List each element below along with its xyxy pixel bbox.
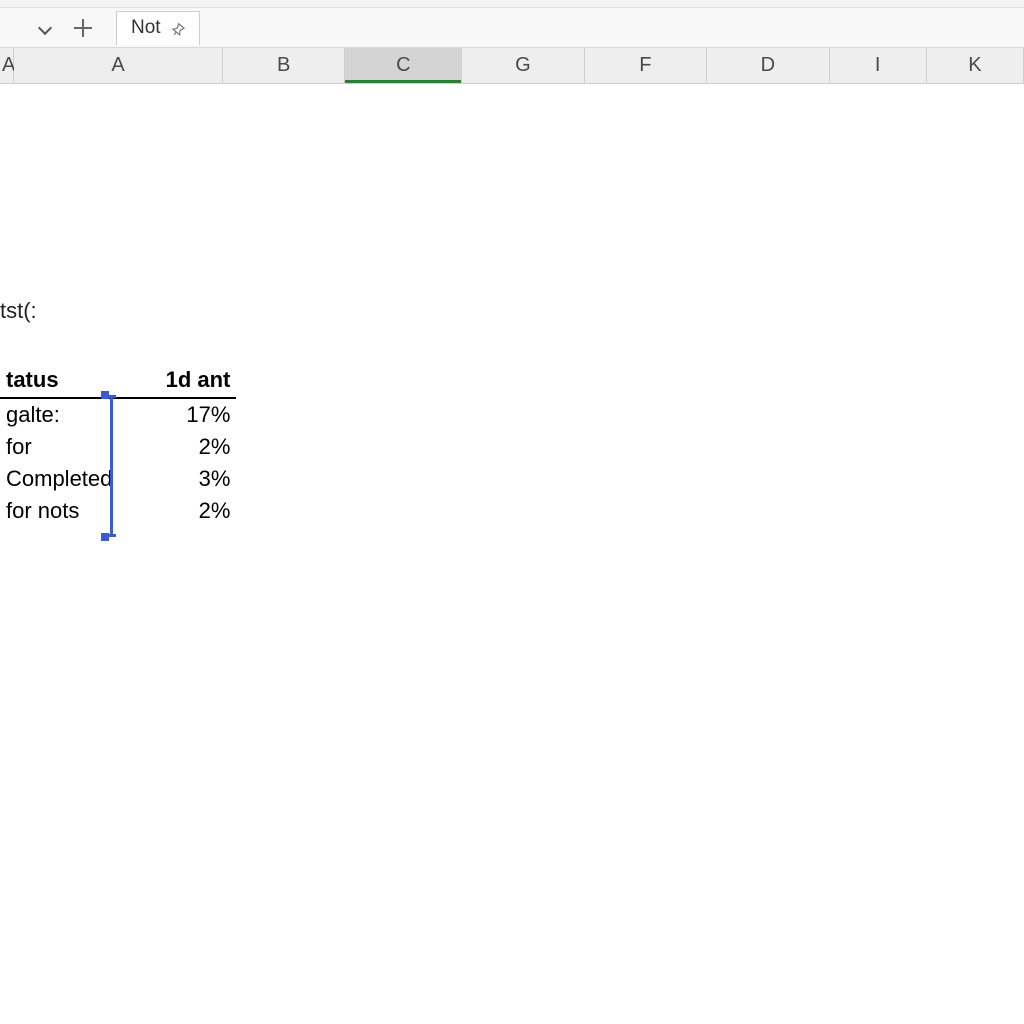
column-header[interactable]: A <box>14 48 223 83</box>
column-headers: AABCGFDIK <box>0 48 1024 84</box>
sheet-tab-active[interactable]: Not <box>116 11 200 45</box>
table-cell-value[interactable]: 17% <box>118 398 236 431</box>
spreadsheet-grid[interactable]: tst(: tatus 1d ant galte:17%for2%Complet… <box>0 84 1024 1024</box>
table-cell-label[interactable]: for <box>0 431 118 463</box>
column-header[interactable]: D <box>707 48 829 83</box>
sheet-tab-strip: Not <box>0 8 1024 48</box>
chevron-down-icon[interactable] <box>38 21 52 35</box>
table-row: for2% <box>0 431 236 463</box>
table-header-right[interactable]: 1d ant <box>118 364 236 398</box>
window-titlebar <box>0 0 1024 8</box>
table-cell-label[interactable]: for nots <box>0 495 118 527</box>
table-cell-value[interactable]: 3% <box>118 463 236 495</box>
table-cell-label[interactable]: galte: <box>0 398 118 431</box>
column-header[interactable]: G <box>462 48 584 83</box>
column-header[interactable]: B <box>223 48 345 83</box>
column-header[interactable]: C <box>345 48 462 83</box>
column-header[interactable]: K <box>927 48 1024 83</box>
table-row: for nots2% <box>0 495 236 527</box>
table-cell-value[interactable]: 2% <box>118 495 236 527</box>
table-row: galte:17% <box>0 398 236 431</box>
cell-text[interactable]: tst(: <box>0 298 37 324</box>
sheet-tab-label: Not <box>131 17 161 39</box>
table-cell-label[interactable]: Completed <box>0 463 118 495</box>
table-header-left[interactable]: tatus <box>0 364 118 398</box>
add-sheet-button[interactable] <box>72 17 94 39</box>
pin-icon <box>171 21 185 35</box>
table-row: Completed3% <box>0 463 236 495</box>
column-header[interactable]: A <box>0 48 14 83</box>
status-table: tatus 1d ant galte:17%for2%Completed3%fo… <box>0 364 236 527</box>
table-cell-value[interactable]: 2% <box>118 431 236 463</box>
column-header[interactable]: F <box>585 48 707 83</box>
column-header[interactable]: I <box>830 48 927 83</box>
